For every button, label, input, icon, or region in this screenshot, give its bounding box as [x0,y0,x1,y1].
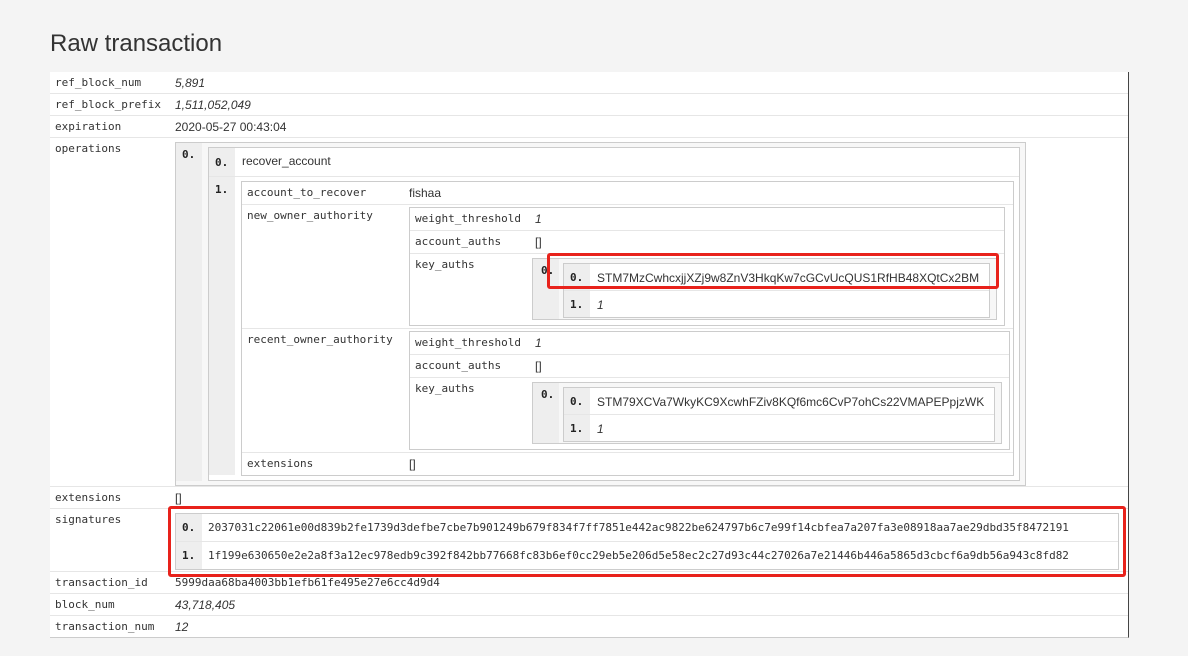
list-item: 1. 1f199e630650e2e2a8f3a12ec978edb9c392f… [176,542,1118,569]
list-item: 0. 0. recover_account 1. account_to_reco… [176,143,1025,485]
list-index: 0. [533,383,559,443]
list-index: 0. [564,264,590,290]
field-value: 1 [535,336,542,350]
table-row: expiration 2020-05-27 00:43:04 [50,115,1128,137]
list-item: 1. 1 [564,291,989,317]
list-index: 1. [176,542,202,569]
operation-name: recover_account [242,154,331,168]
field-value: 2020-05-27 00:43:04 [175,120,287,134]
authority-object: weight_threshold 1 account_auths [] key_… [409,207,1005,326]
field-key: block_num [55,598,115,611]
field-value: [] [535,359,542,373]
field-key: new_owner_authority [247,209,373,222]
list-item: 0. 0. STM [533,383,1001,443]
field-key: ref_block_num [55,76,142,89]
table-row: account_auths [] [410,354,1009,377]
table-row: recent_owner_authority weight_threshold … [242,328,1013,452]
public-key: STM79XCVa7WkyKC9XcwhFZiv8KQf6mc6CvP7ohCs… [597,395,985,409]
authority-object: weight_threshold 1 account_auths [] key_… [409,331,1010,450]
list-item: 1. 1 [564,415,994,441]
field-key: expiration [55,120,122,133]
list-item: 0. recover_account [209,148,1019,177]
table-row: ref_block_prefix 1,511,052,049 [50,93,1128,115]
field-value: 5,891 [175,76,206,90]
key-weight-pair: 0. STM79XCVa7WkyKC9XcwhFZiv8KQf6mc6CvP7o… [563,387,995,442]
list-item: 0. 0. STM [533,259,996,319]
key-auths-list: 0. 0. STM [532,258,997,320]
list-index: 1. [209,177,235,475]
field-key: signatures [55,513,122,526]
field-key: account_auths [415,359,502,372]
table-row: account_to_recover fishaa [242,182,1013,204]
field-value: 43,718,405 [175,598,236,612]
table-row: account_auths [] [410,230,1004,253]
field-value: 5999daa68ba4003bb1efb61fe495e27e6cc4d9d4 [175,576,440,589]
table-row: key_auths 0. [410,253,1004,325]
field-key: ref_block_prefix [55,98,161,111]
list-index: 0. [564,388,590,414]
table-row: operations 0. 0. recover_account 1. acco… [50,137,1128,486]
table-row: transaction_num 12 [50,615,1128,637]
operation-params: account_to_recover fishaa new_owner_auth… [241,181,1014,476]
field-value: 12 [175,620,189,634]
raw-transaction-table: ref_block_num 5,891 ref_block_prefix 1,5… [50,72,1129,638]
key-weight: 1 [597,422,604,436]
table-row: transaction_id 5999daa68ba4003bb1efb61fe… [50,571,1128,593]
field-key: operations [55,142,122,155]
field-key: account_auths [415,235,502,248]
public-key: STM7MzCwhcxjjXZj9w8ZnV3HkqKw7cGCvUcQUS1R… [597,271,980,285]
field-value: fishaa [409,186,442,200]
list-index: 0. [209,148,235,176]
field-key: key_auths [415,258,475,271]
table-row: signatures 0. 2037031c22061e00d839b2fe17… [50,508,1128,571]
list-index: 0. [176,514,202,541]
list-item: 0. STM7MzCwhcxjjXZj9w8ZnV3HkqKw7cGCvUcQU… [564,264,989,291]
operation-tuple: 0. recover_account 1. account_to_recover [208,147,1020,481]
list-index: 0. [176,143,202,481]
field-key: transaction_id [55,576,148,589]
table-row: key_auths 0. [410,377,1009,449]
field-value: [] [535,235,542,249]
list-index: 1. [564,291,590,317]
page-title: Raw transaction [50,30,223,57]
table-row: extensions [] [242,452,1013,475]
signatures-list: 0. 2037031c22061e00d839b2fe1739d3defbe7c… [175,513,1119,570]
field-key: weight_threshold [415,336,521,349]
field-value: [] [175,491,182,505]
field-key: weight_threshold [415,212,521,225]
table-row: extensions [] [50,486,1128,508]
field-value: 1 [535,212,542,226]
field-key: recent_owner_authority [247,333,393,346]
key-auths-list: 0. 0. STM [532,382,1002,444]
field-key: key_auths [415,382,475,395]
key-weight: 1 [597,298,604,312]
operations-list: 0. 0. recover_account 1. account_to_reco… [175,142,1026,486]
field-key: account_to_recover [247,186,367,199]
table-row: new_owner_authority weight_threshold 1 a… [242,204,1013,328]
field-key: transaction_num [55,620,155,633]
field-value: [] [409,457,416,471]
signature-value: 1f199e630650e2e2a8f3a12ec978edb9c392f842… [208,549,1069,562]
field-value: 1,511,052,049 [175,98,251,112]
list-index: 0. [533,259,559,319]
list-item: 1. account_to_recover fishaa new_owner_a… [209,177,1019,480]
field-key: extensions [247,457,314,470]
table-row: ref_block_num 5,891 [50,72,1128,93]
list-item: 0. 2037031c22061e00d839b2fe1739d3defbe7c… [176,514,1118,542]
table-row: weight_threshold 1 [410,208,1004,230]
field-key: extensions [55,491,122,504]
signature-value: 2037031c22061e00d839b2fe1739d3defbe7cbe7… [208,521,1069,534]
table-row: weight_threshold 1 [410,332,1009,354]
key-weight-pair: 0. STM7MzCwhcxjjXZj9w8ZnV3HkqKw7cGCvUcQU… [563,263,990,318]
list-index: 1. [564,415,590,441]
table-row: block_num 43,718,405 [50,593,1128,615]
list-item: 0. STM79XCVa7WkyKC9XcwhFZiv8KQf6mc6CvP7o… [564,388,994,415]
